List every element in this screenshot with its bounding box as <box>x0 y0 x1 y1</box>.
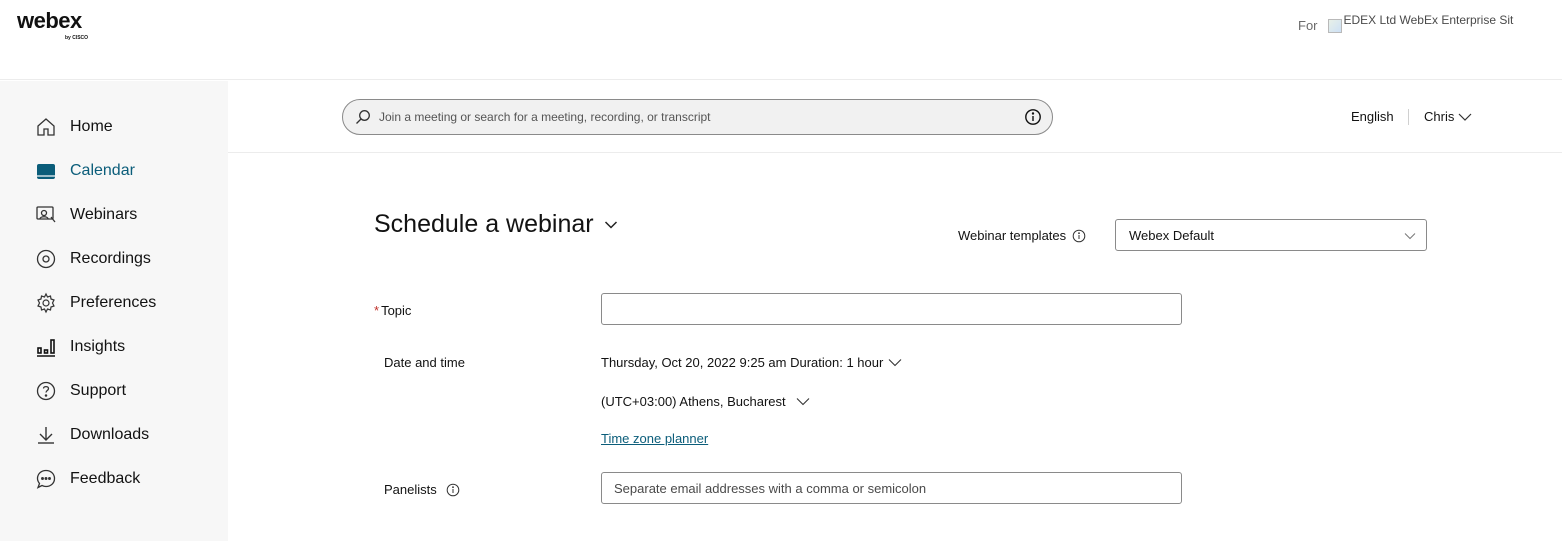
search-input[interactable] <box>379 110 1024 124</box>
timezone-selector[interactable]: (UTC+03:00) Athens, Bucharest <box>601 394 810 409</box>
sidebar-item-label: Insights <box>70 338 126 355</box>
webinar-icon <box>34 203 58 227</box>
sidebar-item-preferences[interactable]: Preferences <box>34 291 156 315</box>
sidebar-item-label: Preferences <box>70 294 157 311</box>
sidebar-item-home[interactable]: Home <box>34 115 113 139</box>
sidebar-item-label: Calendar <box>70 162 135 179</box>
main-header: English Chris <box>228 81 1562 153</box>
sidebar-item-downloads[interactable]: Downloads <box>34 423 149 447</box>
webinar-templates-label: Webinar templates <box>958 228 1086 243</box>
date-time-selector[interactable]: Thursday, Oct 20, 2022 9:25 am Duration:… <box>601 355 902 370</box>
gear-icon <box>34 291 58 315</box>
feedback-icon <box>34 467 58 491</box>
panelists-field[interactable] <box>601 472 1182 504</box>
insights-icon <box>34 335 58 359</box>
header-divider <box>1408 109 1409 125</box>
site-name: EDEX Ltd WebEx Enterprise Sit <box>1343 13 1514 27</box>
webinar-templates-text: Webinar templates <box>958 228 1067 243</box>
sidebar-item-label: Support <box>70 382 127 399</box>
topic-label: * Topic <box>374 303 411 318</box>
panelists-input[interactable] <box>602 473 1181 503</box>
search-bar[interactable] <box>342 99 1053 135</box>
help-icon <box>34 379 58 403</box>
sidebar-item-label: Home <box>70 118 113 135</box>
sidebar-item-label: Feedback <box>70 470 141 487</box>
search-icon <box>355 109 371 125</box>
site-info: For EDEX Ltd WebEx Enterprise Sit <box>1298 13 1513 33</box>
required-marker: * <box>374 303 380 318</box>
time-zone-planner-link[interactable]: Time zone planner <box>601 431 708 446</box>
topic-label-text: Topic <box>381 303 412 318</box>
sidebar-item-label: Recordings <box>70 250 151 267</box>
user-menu[interactable]: Chris <box>1424 109 1472 124</box>
download-icon <box>34 423 58 447</box>
chevron-down-icon <box>796 397 810 406</box>
page-title-text: Schedule a webinar <box>374 210 594 238</box>
sidebar: Home Calendar Webinars Recordings Prefer… <box>0 81 228 541</box>
language-selector[interactable]: English <box>1351 109 1394 124</box>
panelists-label-text: Panelists <box>384 482 437 497</box>
timezone-value: (UTC+03:00) Athens, Bucharest <box>601 394 786 409</box>
topic-field[interactable] <box>601 293 1182 325</box>
webinar-template-value: Webex Default <box>1129 227 1215 243</box>
search-info-icon[interactable] <box>1024 108 1042 126</box>
sidebar-item-insights[interactable]: Insights <box>34 335 125 359</box>
site-logo-image <box>1327 19 1342 33</box>
sidebar-item-support[interactable]: Support <box>34 379 126 403</box>
home-icon <box>34 115 58 139</box>
info-icon[interactable] <box>446 483 460 497</box>
date-time-value: Thursday, Oct 20, 2022 9:25 am Duration:… <box>601 355 884 370</box>
webinar-template-select[interactable]: Webex Default <box>1115 219 1427 251</box>
sidebar-item-label: Downloads <box>70 426 150 443</box>
site-for-label: For <box>1298 18 1318 33</box>
sidebar-item-feedback[interactable]: Feedback <box>34 467 140 491</box>
info-icon[interactable] <box>1072 229 1086 243</box>
panelists-label: Panelists <box>384 482 460 497</box>
date-time-label: Date and time <box>384 355 465 370</box>
webex-logo[interactable]: webex by CISCO <box>17 8 88 42</box>
topic-input[interactable] <box>602 294 1181 324</box>
sidebar-item-webinars[interactable]: Webinars <box>34 203 137 227</box>
sidebar-item-calendar[interactable]: Calendar <box>34 159 135 183</box>
chevron-down-icon <box>888 358 902 367</box>
chevron-down-icon <box>604 220 618 230</box>
chevron-down-icon <box>1404 228 1416 243</box>
top-bar: webex by CISCO For EDEX Ltd WebEx Enterp… <box>0 0 1562 80</box>
logo-subtitle: by CISCO <box>65 35 89 41</box>
recording-icon <box>34 247 58 271</box>
sidebar-item-recordings[interactable]: Recordings <box>34 247 151 271</box>
page-title[interactable]: Schedule a webinar <box>374 210 618 239</box>
calendar-icon <box>34 159 58 183</box>
chevron-down-icon <box>1458 112 1472 122</box>
logo-wordmark: webex <box>17 8 82 33</box>
sidebar-item-label: Webinars <box>70 206 138 223</box>
user-name: Chris <box>1424 109 1455 124</box>
